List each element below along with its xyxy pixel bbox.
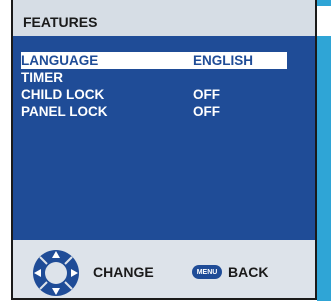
menu-item-label: PANEL LOCK bbox=[21, 104, 108, 119]
menu-item-value: ENGLISH bbox=[193, 53, 254, 68]
menu-item-value: OFF bbox=[193, 104, 220, 119]
menu-item-label: LANGUAGE bbox=[21, 53, 99, 68]
menu-item-value: OFF bbox=[193, 87, 220, 102]
osd-screen: FEATURES LANGUAGE ENGLISH TIMER CHILD LO… bbox=[11, 0, 317, 300]
menu-item-label: CHILD LOCK bbox=[21, 87, 105, 102]
change-label: CHANGE bbox=[93, 264, 154, 280]
accent-edge bbox=[317, 0, 331, 301]
menu-button-icon[interactable]: MENU bbox=[192, 265, 222, 279]
menu-item-language[interactable]: LANGUAGE ENGLISH bbox=[21, 52, 287, 69]
menu-item-panel-lock[interactable]: PANEL LOCK OFF bbox=[21, 103, 287, 120]
menu-item-child-lock[interactable]: CHILD LOCK OFF bbox=[21, 86, 287, 103]
menu-header: FEATURES bbox=[13, 0, 315, 36]
menu-footer: CHANGE MENU BACK bbox=[13, 240, 315, 298]
page-title: FEATURES bbox=[23, 14, 98, 30]
menu-panel: LANGUAGE ENGLISH TIMER CHILD LOCK OFF PA… bbox=[13, 36, 315, 240]
back-label: BACK bbox=[228, 264, 269, 280]
menu-item-timer[interactable]: TIMER bbox=[21, 69, 287, 86]
menu-item-label: TIMER bbox=[21, 70, 63, 85]
dpad-icon[interactable] bbox=[31, 248, 81, 298]
